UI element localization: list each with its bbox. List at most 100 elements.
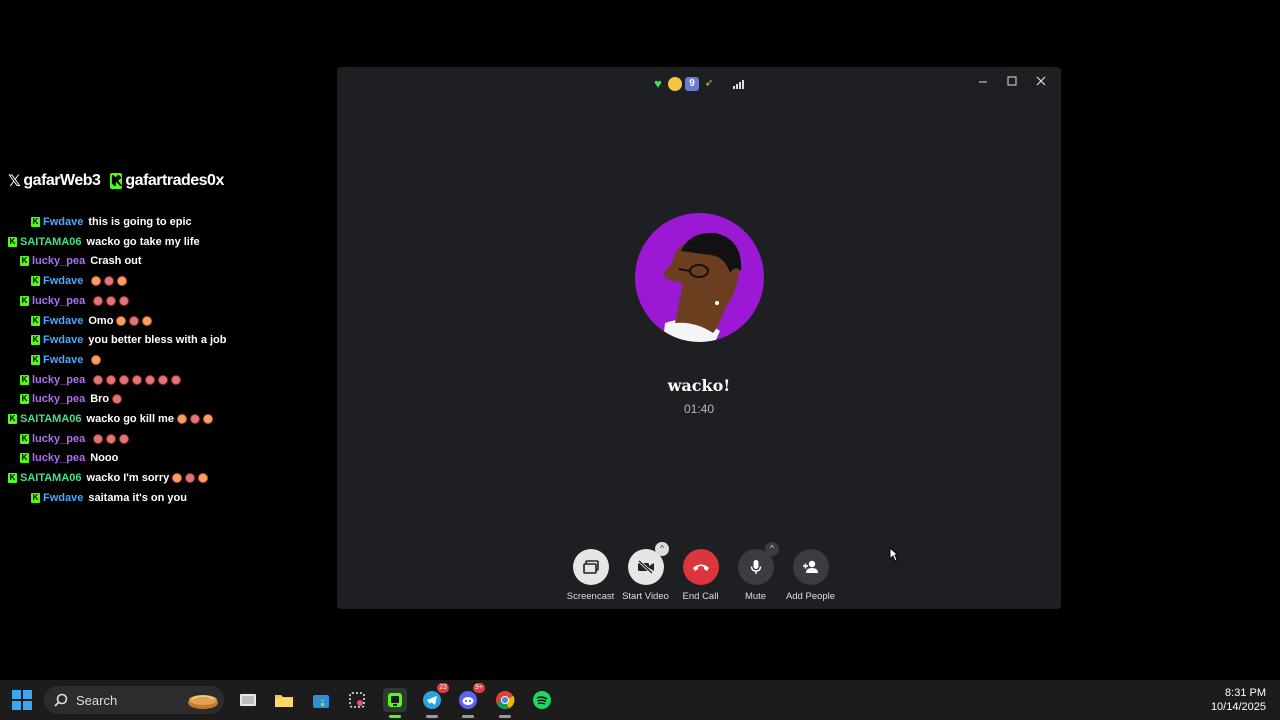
caller-avatar [635, 213, 764, 342]
add-people-label: Add People [785, 591, 836, 602]
taskbar: Search 23 9+ 8:31 PM 10/14/2025 [0, 680, 1280, 720]
chat-message: K Fwdave this is going to epic [31, 213, 192, 231]
kick-badge-icon: K [20, 453, 29, 464]
maximize-button[interactable] [997, 71, 1026, 91]
telegram-icon[interactable]: 23 [420, 683, 449, 718]
green-heart-icon: ♥ [654, 76, 662, 91]
chat-message: Klucky_pea [20, 430, 130, 448]
file-explorer-icon[interactable] [272, 688, 296, 712]
task-view-icon[interactable] [236, 688, 260, 712]
microsoft-store-icon[interactable] [309, 688, 333, 712]
emoji-icon [104, 276, 115, 287]
chat-message: Klucky_pea Bro [20, 390, 123, 408]
chat-text: Crash out [90, 255, 142, 268]
emoji-icon [172, 473, 183, 484]
kick-badge-icon: K [31, 354, 40, 365]
emoji-icon [91, 276, 102, 287]
add-people-button[interactable] [792, 549, 829, 585]
close-button[interactable] [1026, 71, 1055, 91]
kick-badge-icon: K [20, 256, 29, 267]
emoji-icon [145, 374, 156, 385]
emoji-icon [185, 473, 196, 484]
screencast-button[interactable] [572, 549, 609, 585]
system-clock[interactable]: 8:31 PM 10/14/2025 [1211, 686, 1266, 714]
chat-text: this is going to epic [88, 216, 192, 228]
call-controls: Screencast ^ Start Video End Call ^ Mute… [563, 542, 838, 602]
chat-message: Klucky_pea Nooo [20, 449, 118, 467]
chat-message: Klucky_pea [20, 292, 130, 310]
chat-text: Bro [90, 393, 110, 406]
chat-username: lucky_pea [32, 294, 86, 307]
chrome-icon[interactable] [493, 688, 517, 718]
discord-badge: 9+ [473, 683, 485, 693]
emoji-icon [129, 315, 140, 326]
kick-badge-icon: K [20, 295, 29, 306]
clock-time: 8:31 PM [1225, 687, 1266, 699]
spotify-icon[interactable] [530, 688, 554, 712]
chat-text: wacko I'm sorry [86, 472, 170, 485]
add-people-control: Add People [783, 549, 838, 602]
kick-badge-icon: K [8, 473, 17, 484]
chat-username: Fwdave [43, 491, 84, 504]
screencast-icon [582, 560, 599, 574]
chat-text: Omo [88, 314, 114, 327]
snipping-tool-icon[interactable] [345, 688, 369, 712]
kick-logo-icon: K [110, 172, 123, 189]
chat-message: K SAITAMA06 wacko go take my life [8, 233, 200, 251]
kick-badge-icon: K [31, 315, 40, 326]
x-logo-icon: 𝕏 [8, 171, 21, 190]
chat-username: SAITAMA06 [20, 235, 82, 248]
chat-message: K SAITAMA06 wacko I'm sorry [8, 469, 209, 487]
end-call-label: End Call [682, 591, 719, 602]
chat-username: Fwdave [43, 334, 84, 347]
chat-text: you better bless with a job [88, 334, 227, 347]
emoji-icon [91, 354, 102, 365]
discord-icon[interactable]: 9+ [456, 683, 485, 718]
chat-username: Fwdave [43, 353, 84, 366]
audio-options-chevron-icon[interactable]: ^ [765, 542, 779, 556]
chat-username: Fwdave [43, 216, 84, 228]
emoji-icon [93, 374, 104, 385]
emoji-icon [119, 433, 130, 444]
kick-app-icon[interactable] [383, 688, 407, 718]
emoji-icon [142, 315, 153, 326]
chat-username: Fwdave [43, 275, 84, 288]
end-call-button[interactable] [682, 549, 719, 585]
emoji-icon [189, 414, 200, 424]
feather-icon: ➶ [704, 78, 714, 89]
chat-username: Fwdave [43, 314, 84, 327]
emoji-icon [158, 374, 169, 385]
chat-username: SAITAMA06 [20, 472, 82, 485]
search-icon [54, 693, 68, 707]
emoji-icon [106, 374, 117, 385]
emoji-icon [176, 414, 187, 424]
mute-control: ^ Mute [728, 542, 783, 602]
kick-badge-icon: K [31, 276, 40, 287]
emoji-icon [119, 295, 130, 306]
emoji-icon [112, 394, 123, 405]
taskbar-search[interactable]: Search [44, 686, 224, 714]
screencast-label: Screencast [566, 591, 615, 602]
end-call-control: End Call [673, 549, 728, 602]
kick-handle-text: gafartrades0x [125, 171, 224, 189]
caller-name: wacko! [667, 376, 731, 395]
kick-handle: K gafartrades0x [110, 171, 224, 190]
screencast-control: Screencast [563, 549, 618, 602]
chat-message: Klucky_pea Crash out [20, 252, 142, 270]
start-menu-icon[interactable] [12, 690, 32, 710]
emoji-face-icon [668, 77, 682, 91]
minimize-button[interactable] [968, 71, 997, 91]
signal-strength-icon[interactable] [733, 79, 744, 89]
kick-badge-icon: K [8, 414, 17, 424]
add-person-icon [802, 560, 818, 573]
chat-text: saitama it's on you [88, 491, 187, 504]
emoji-icon [198, 473, 209, 484]
search-label: Search [76, 692, 118, 708]
chat-text: wacko go take my life [86, 235, 200, 248]
chat-text: wacko go kill me [86, 413, 174, 425]
emoji-icon [132, 374, 143, 385]
mute-label: Mute [744, 591, 767, 602]
video-options-chevron-icon[interactable]: ^ [655, 542, 669, 556]
status-icons: ♥ 9 ➶ [651, 77, 744, 91]
chat-message: K Fwdave saitama it's on you [31, 489, 187, 507]
